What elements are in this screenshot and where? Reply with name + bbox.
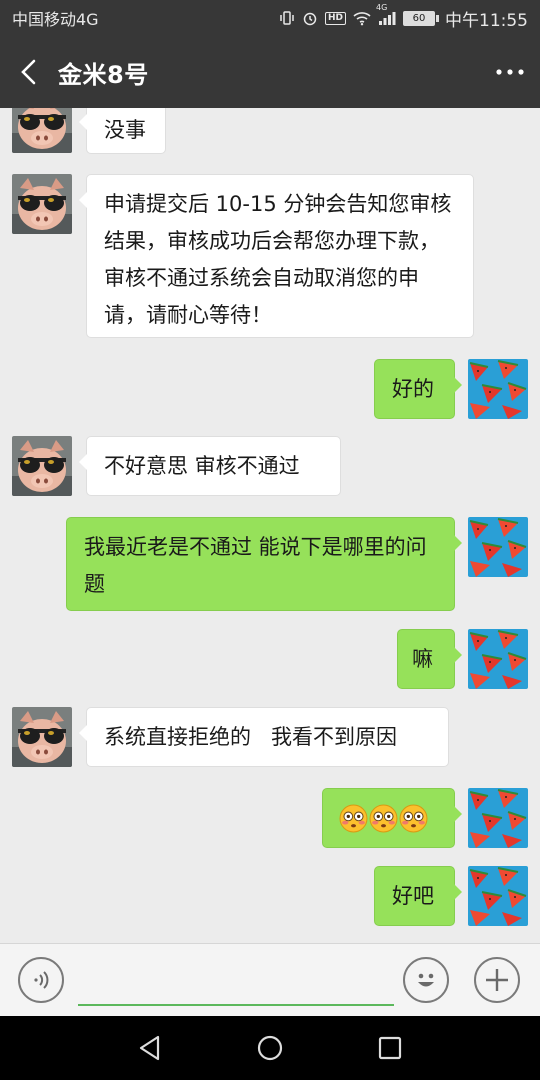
chat-header: 金米8号 — [0, 36, 540, 108]
signal-icon: 4G — [376, 3, 396, 25]
flushed-face-icon — [369, 804, 398, 833]
contact-avatar[interactable] — [12, 108, 72, 153]
wifi-icon — [353, 10, 371, 26]
more-dots-icon — [496, 69, 524, 75]
plus-icon — [486, 969, 508, 991]
contact-avatar[interactable] — [12, 707, 72, 767]
message-bubble[interactable]: 申请提交后 10-15 分钟会告知您审核结果，审核成功后会帮您办理下款，审核不通… — [79, 174, 474, 338]
nav-back-button[interactable] — [134, 1032, 166, 1064]
my-avatar[interactable] — [468, 359, 528, 419]
nav-home-icon — [257, 1035, 283, 1061]
contact-avatar[interactable] — [12, 436, 72, 496]
voice-button[interactable] — [18, 957, 64, 1003]
chat-area[interactable]: 没事 申请提交后 10-15 分钟会告知您审核结果，审核成功后会帮您办理下款，审… — [0, 108, 540, 943]
chat-title: 金米8号 — [58, 60, 149, 89]
flushed-face-icon — [339, 804, 368, 833]
message-bubble[interactable]: 好的 — [374, 359, 462, 419]
my-avatar[interactable] — [468, 788, 528, 848]
my-avatar[interactable] — [468, 517, 528, 577]
alarm-icon — [302, 10, 318, 26]
hd-badge: HD — [324, 11, 346, 25]
back-arrow-icon — [21, 59, 36, 85]
nav-home-button[interactable] — [254, 1032, 286, 1064]
my-avatar[interactable] — [468, 629, 528, 689]
voice-icon — [34, 971, 49, 989]
emoji-icon — [418, 973, 434, 987]
status-icons: HD 4G 60 — [279, 3, 439, 26]
nav-recent-button[interactable] — [374, 1032, 406, 1064]
carrier-label: 中国移动4G — [12, 10, 99, 29]
status-bar: 中国移动4G HD 4G 60 中午11:55 — [0, 0, 540, 36]
message-bubble[interactable]: 我最近老是不通过 能说下是哪里的问题 — [66, 517, 462, 611]
more-button[interactable] — [480, 36, 540, 108]
vibrate-icon — [279, 10, 295, 26]
message-bubble[interactable]: 系统直接拒绝的 我看不到原因 — [79, 707, 449, 767]
message-bubble[interactable]: 嘛 — [397, 629, 462, 689]
flushed-face-icon — [399, 804, 428, 833]
message-bubble[interactable]: 没事 — [79, 108, 166, 154]
nav-back-icon — [139, 1035, 160, 1061]
message-bubble[interactable] — [322, 788, 462, 848]
emoji-button[interactable] — [403, 957, 449, 1003]
message-input[interactable] — [78, 958, 394, 1006]
message-bubble[interactable]: 不好意思 审核不通过 — [79, 436, 341, 496]
clock: 中午11:55 — [445, 10, 528, 31]
battery-indicator: 60 — [403, 10, 439, 26]
add-button[interactable] — [474, 957, 520, 1003]
contact-avatar[interactable] — [12, 174, 72, 234]
message-bubble[interactable]: 好吧 — [374, 866, 462, 926]
system-nav-bar — [0, 1016, 540, 1080]
back-button[interactable] — [0, 36, 58, 108]
input-bar — [0, 943, 540, 1016]
my-avatar[interactable] — [468, 866, 528, 926]
nav-recent-icon — [378, 1036, 402, 1060]
